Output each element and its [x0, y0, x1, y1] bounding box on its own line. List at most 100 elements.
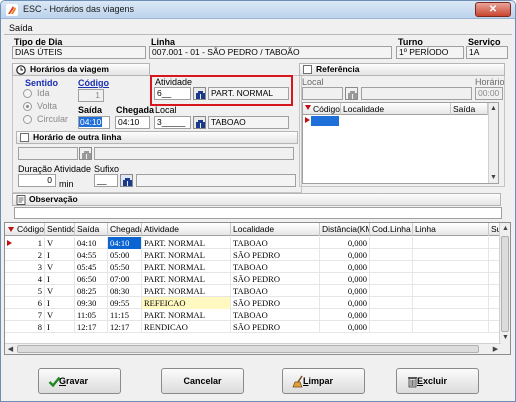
scroll-up-icon[interactable]: ▲ — [500, 223, 510, 234]
cell-sentido[interactable]: V — [45, 237, 75, 249]
tipo-dia-field[interactable]: DIAS ÚTEIS — [12, 46, 146, 59]
cell-codlinha[interactable] — [370, 309, 413, 321]
title-bar[interactable]: ESC - Horários das viagens ✕ — [1, 1, 515, 19]
cell-distancia[interactable]: 0,000 — [320, 285, 370, 297]
sufixo-name-field[interactable] — [136, 174, 296, 187]
cell-codigo[interactable]: 1 — [15, 237, 45, 249]
referencia-scrollbar[interactable]: ▲ ▼ — [488, 103, 498, 183]
cell-saida[interactable]: 08:25 — [75, 285, 108, 297]
table-row[interactable]: 6 I 09:30 09:55 REFEICAO SÃO PEDRO 0,000 — [5, 297, 501, 309]
sentido-ida-radio[interactable] — [23, 89, 32, 98]
col-sentido[interactable]: Sentido — [45, 223, 75, 236]
scroll-down-icon[interactable]: ▼ — [489, 172, 498, 183]
ref-col-codigo[interactable]: Código — [311, 103, 341, 115]
cell-localidade[interactable]: TABOAO — [231, 237, 320, 249]
cell-chegada[interactable]: 07:00 — [108, 273, 142, 285]
cell-codigo[interactable]: 5 — [15, 285, 45, 297]
table-row[interactable]: 5 V 08:25 08:30 PART. NORMAL TABOAO 0,000 — [5, 285, 501, 297]
observacao-field[interactable] — [14, 207, 502, 219]
cell-linha[interactable] — [413, 249, 489, 261]
cell-atividade[interactable]: PART. NORMAL — [142, 237, 231, 249]
cell-localidade[interactable]: SÃO PEDRO — [231, 297, 320, 309]
sufixo-field[interactable]: __ — [94, 174, 118, 187]
cell-atividade[interactable]: PART. NORMAL — [142, 285, 231, 297]
cell-codigo[interactable]: 2 — [15, 249, 45, 261]
cell-codigo[interactable]: 7 — [15, 309, 45, 321]
codigo-field[interactable]: 1 — [78, 89, 104, 102]
cell-saida[interactable]: 06:50 — [75, 273, 108, 285]
referencia-checkbox[interactable] — [303, 65, 312, 74]
limpar-button[interactable]: Limpar — [282, 368, 365, 394]
cell-chegada[interactable]: 05:00 — [108, 249, 142, 261]
referencia-local-name[interactable] — [361, 87, 472, 100]
scroll-up-icon[interactable]: ▲ — [489, 103, 498, 114]
cell-codigo[interactable]: 4 — [15, 273, 45, 285]
cell-distancia[interactable]: 0,000 — [320, 249, 370, 261]
sentido-circular-radio[interactable] — [23, 115, 32, 124]
cell-localidade[interactable]: SÃO PEDRO — [231, 273, 320, 285]
cell-linha[interactable] — [413, 309, 489, 321]
col-codigo[interactable]: Código — [15, 223, 45, 236]
cell-atividade[interactable]: PART. NORMAL — [142, 261, 231, 273]
local-code-field[interactable]: 3_____ — [154, 116, 191, 129]
cell-codlinha[interactable] — [370, 285, 413, 297]
ref-col-localidade[interactable]: Localidade — [341, 103, 451, 115]
viagens-grid[interactable]: Código Sentido Saída Chegada Atividade L… — [4, 222, 511, 355]
cell-codlinha[interactable] — [370, 297, 413, 309]
outra-linha-checkbox[interactable] — [20, 133, 29, 142]
gravar-button[interactable]: Gravar — [38, 368, 121, 394]
cell-codlinha[interactable] — [370, 237, 413, 249]
sentido-volta-radio[interactable] — [23, 102, 32, 111]
table-row[interactable]: 4 I 06:50 07:00 PART. NORMAL SÃO PEDRO 0,000 — [5, 273, 501, 285]
scroll-left-icon[interactable]: ◀ — [5, 344, 16, 354]
cell-distancia[interactable]: 0,000 — [320, 297, 370, 309]
referencia-horario-field[interactable]: 00:00 — [475, 87, 503, 100]
cell-localidade[interactable]: SÃO PEDRO — [231, 321, 320, 333]
local-lookup-button[interactable] — [193, 116, 206, 129]
turno-field[interactable]: 1º PERÍODO — [396, 46, 464, 59]
cell-sentido[interactable]: V — [45, 285, 75, 297]
scroll-thumb[interactable] — [501, 236, 509, 332]
col-localidade[interactable]: Localidade — [231, 223, 320, 236]
cell-codlinha[interactable] — [370, 261, 413, 273]
cell-atividade[interactable]: PART. NORMAL — [142, 273, 231, 285]
hscroll-thumb[interactable] — [17, 345, 479, 353]
cell-distancia[interactable]: 0,000 — [320, 321, 370, 333]
cell-codigo[interactable]: 6 — [15, 297, 45, 309]
cell-sentido[interactable]: I — [45, 297, 75, 309]
cell-chegada[interactable]: 08:30 — [108, 285, 142, 297]
local-name-field[interactable]: TABOAO — [208, 116, 289, 129]
close-button[interactable]: ✕ — [475, 2, 511, 17]
referencia-local-code[interactable] — [302, 87, 343, 100]
cell-codlinha[interactable] — [370, 273, 413, 285]
cell-distancia[interactable]: 0,000 — [320, 273, 370, 285]
linha-field[interactable]: 007.001 - 01 - SÃO PEDRO / TABOÃO — [149, 46, 392, 59]
col-distancia[interactable]: Distância(KM) — [320, 223, 370, 236]
grid-horizontal-scrollbar[interactable]: ◀ ▶ — [5, 343, 501, 354]
cell-linha[interactable] — [413, 297, 489, 309]
chegada-field[interactable]: 04:10 — [115, 116, 150, 129]
referencia-lookup-button[interactable] — [345, 87, 358, 100]
cell-atividade[interactable]: REFEICAO — [142, 297, 231, 309]
cell-saida[interactable]: 04:10 — [75, 237, 108, 249]
cell-atividade[interactable]: PART. NORMAL — [142, 249, 231, 261]
cell-localidade[interactable]: TABOAO — [231, 261, 320, 273]
cell-linha[interactable] — [413, 273, 489, 285]
outra-linha-code-field[interactable] — [18, 147, 78, 160]
table-row[interactable]: 2 I 04:55 05:00 PART. NORMAL SÃO PEDRO 0,000 — [5, 249, 501, 261]
cell-sentido[interactable]: I — [45, 273, 75, 285]
cell-localidade[interactable]: TABOAO — [231, 285, 320, 297]
sufixo-lookup-button[interactable] — [120, 174, 133, 187]
cell-saida[interactable]: 12:17 — [75, 321, 108, 333]
scroll-down-icon[interactable]: ▼ — [500, 332, 510, 343]
ref-col-saida[interactable]: Saída — [451, 103, 488, 115]
col-linha[interactable]: Linha — [413, 223, 489, 236]
table-row[interactable]: 1 V 04:10 04:10 PART. NORMAL TABOAO 0,000 — [5, 237, 501, 249]
cell-sentido[interactable]: V — [45, 261, 75, 273]
cell-chegada[interactable]: 04:10 — [108, 237, 142, 249]
cell-atividade[interactable]: PART. NORMAL — [142, 309, 231, 321]
cell-codlinha[interactable] — [370, 321, 413, 333]
cell-linha[interactable] — [413, 321, 489, 333]
cell-distancia[interactable]: 0,000 — [320, 237, 370, 249]
cell-chegada[interactable]: 11:15 — [108, 309, 142, 321]
